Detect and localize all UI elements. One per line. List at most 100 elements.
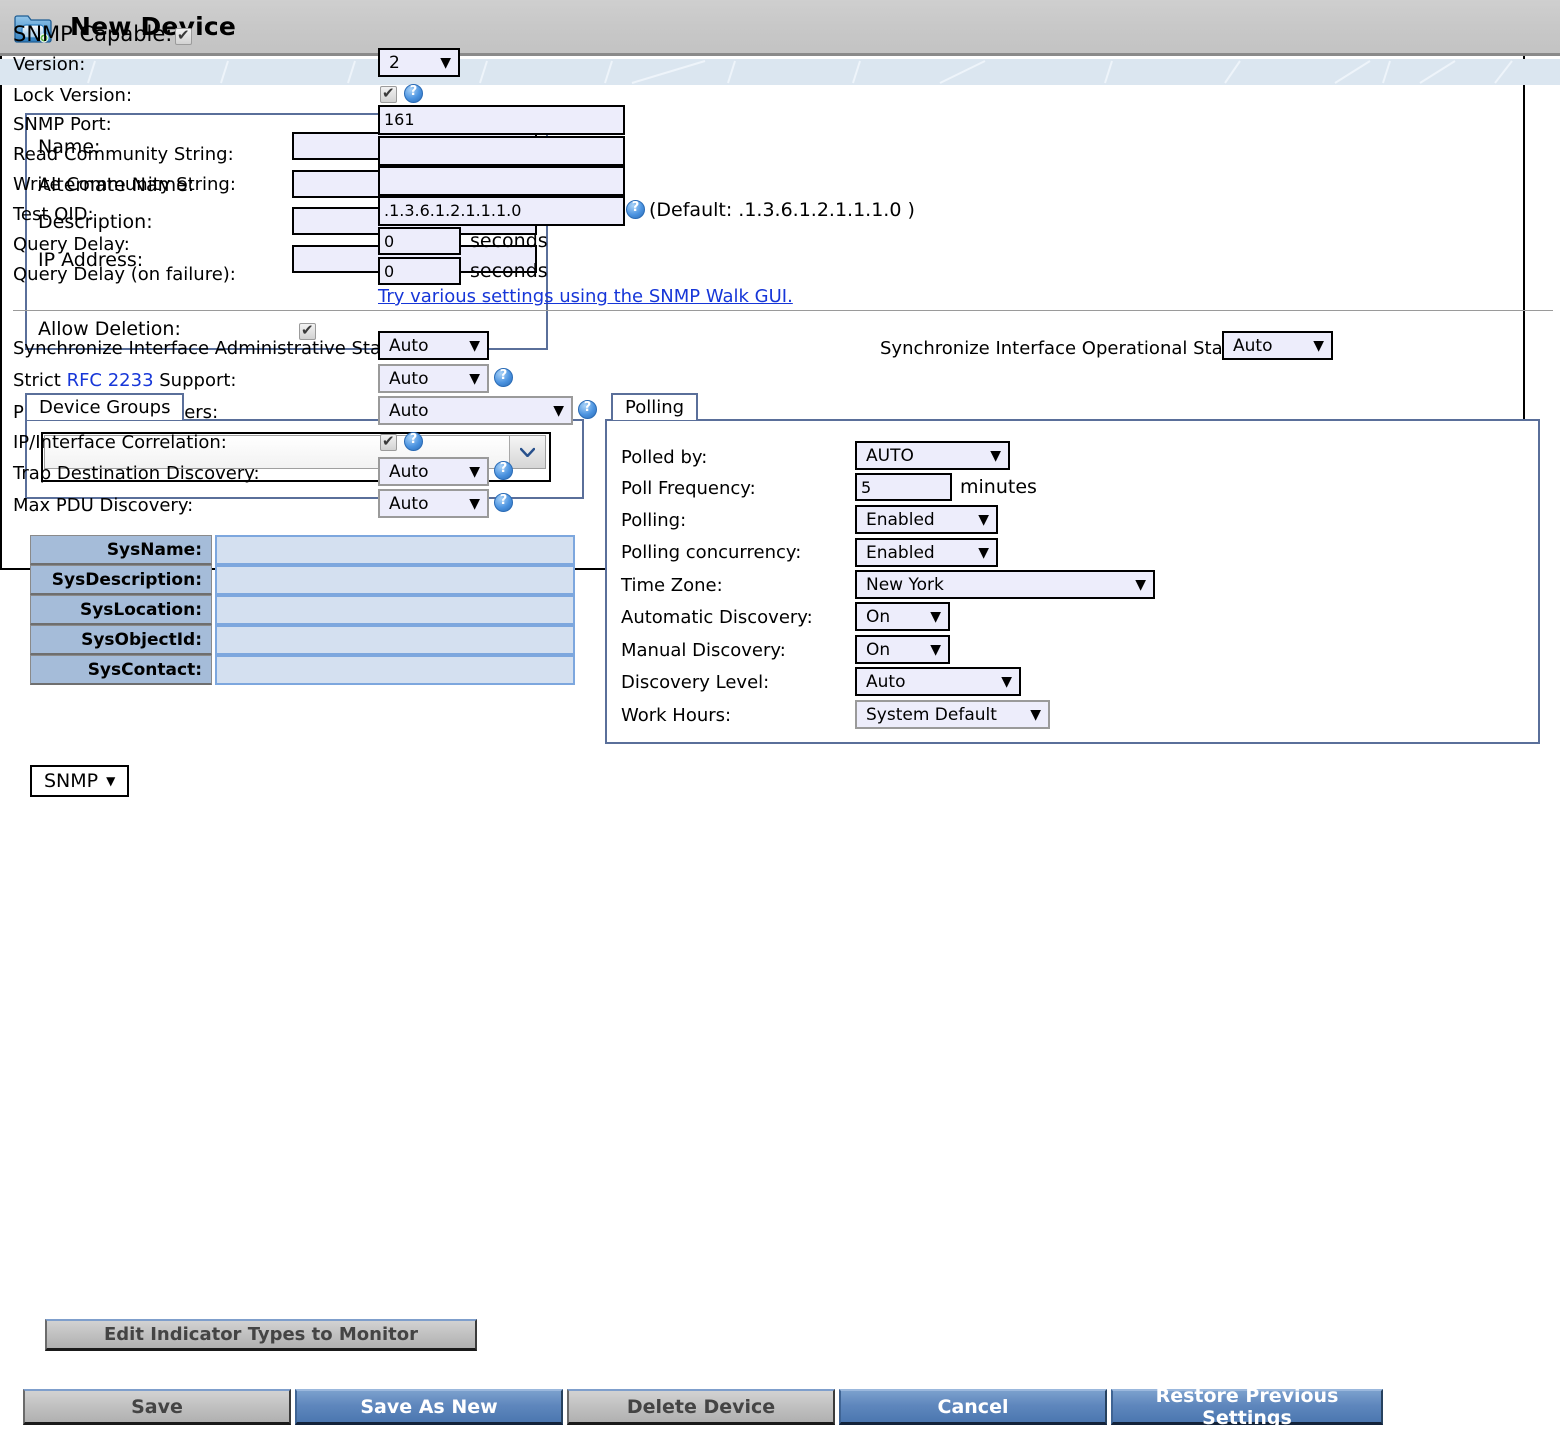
chevron-down-icon: ▼ xyxy=(930,608,941,625)
delete-device-button-label: Delete Device xyxy=(626,1395,776,1418)
work-hours-value: System Default xyxy=(866,704,997,725)
version-select[interactable]: 2 ▼ xyxy=(378,48,460,77)
prefer-64bit-select[interactable]: Auto ▼ xyxy=(378,396,573,425)
query-delay-input[interactable]: 0 xyxy=(378,227,461,255)
help-icon[interactable] xyxy=(578,400,597,419)
sysdescription-label: SysDescription: xyxy=(30,565,212,595)
lock-version-checkbox[interactable] xyxy=(380,84,397,103)
chevron-down-icon[interactable] xyxy=(509,436,545,468)
edit-indicator-types-button[interactable]: Edit Indicator Types to Monitor xyxy=(45,1319,477,1351)
sync-oper-status-select[interactable]: Auto ▼ xyxy=(1222,331,1333,360)
syscontact-label: SysContact: xyxy=(30,655,212,685)
save-button-label: Save xyxy=(131,1395,183,1418)
trap-destination-discovery-select[interactable]: Auto ▼ xyxy=(378,457,489,486)
help-icon[interactable] xyxy=(404,84,423,103)
prefer-64bit-value: Auto xyxy=(389,400,429,421)
chevron-down-icon: ▼ xyxy=(1313,337,1324,354)
snmp-port-input[interactable]: 161 xyxy=(378,105,625,135)
help-icon[interactable] xyxy=(494,368,513,387)
chevron-down-icon[interactable]: ▼ xyxy=(106,774,115,788)
polled-by-select[interactable]: AUTO ▼ xyxy=(855,441,1010,470)
cancel-button[interactable]: Cancel xyxy=(839,1389,1107,1425)
sync-oper-status-label: Synchronize Interface Operational Status… xyxy=(880,338,1257,359)
window-titlebar: New Device xyxy=(0,0,1560,56)
query-delay-fail-input[interactable]: 0 xyxy=(378,257,461,285)
lock-version-label: Lock Version: xyxy=(13,85,133,106)
poll-frequency-label: Poll Frequency: xyxy=(621,478,756,499)
help-icon[interactable] xyxy=(626,200,645,219)
help-icon[interactable] xyxy=(404,432,423,451)
chevron-down-icon: ▼ xyxy=(469,463,480,480)
time-zone-label: Time Zone: xyxy=(621,575,723,596)
discovery-level-select[interactable]: Auto ▼ xyxy=(855,667,1021,696)
version-value: 2 xyxy=(389,52,400,73)
polled-by-label: Polled by: xyxy=(621,447,708,468)
max-pdu-discovery-label: Max PDU Discovery: xyxy=(13,495,194,516)
chevron-down-icon: ▼ xyxy=(990,447,1001,464)
table-row: SysName: xyxy=(30,535,575,565)
query-delay-unit: seconds xyxy=(470,230,548,252)
sync-admin-status-select[interactable]: Auto ▼ xyxy=(378,331,489,360)
ip-interface-correlation-checkbox[interactable] xyxy=(380,432,397,451)
system-info-table: SysName: SysDescription: SysLocation: Sy… xyxy=(30,535,575,685)
manual-discovery-select[interactable]: On ▼ xyxy=(855,635,950,664)
automatic-discovery-label: Automatic Discovery: xyxy=(621,607,813,628)
time-zone-select[interactable]: New York ▼ xyxy=(855,570,1155,599)
table-row: SysLocation: xyxy=(30,595,575,625)
query-delay-label: Query Delay: xyxy=(13,234,130,255)
poll-frequency-input[interactable]: 5 xyxy=(855,473,952,501)
query-delay-fail-label: Query Delay (on failure): xyxy=(13,264,236,285)
chevron-down-icon: ▼ xyxy=(440,54,451,71)
delete-device-button[interactable]: Delete Device xyxy=(567,1389,835,1425)
table-row: SysContact: xyxy=(30,655,575,685)
manual-discovery-label: Manual Discovery: xyxy=(621,640,786,661)
snmp-walk-gui-link[interactable]: Try various settings using the SNMP Walk… xyxy=(378,286,793,307)
snmp-capable-label: SNMP Capable: xyxy=(13,22,173,46)
help-icon[interactable] xyxy=(494,461,513,480)
footer-button-bar: Save Save As New Delete Device Cancel Re… xyxy=(0,1385,1560,1429)
manual-discovery-value: On xyxy=(866,639,891,660)
read-community-label: Read Community String: xyxy=(13,144,234,165)
chevron-down-icon: ▼ xyxy=(978,511,989,528)
section-divider xyxy=(13,310,1553,311)
trap-destination-discovery-value: Auto xyxy=(389,461,429,482)
save-as-new-button[interactable]: Save As New xyxy=(295,1389,563,1425)
polling-concurrency-select[interactable]: Enabled ▼ xyxy=(855,538,998,567)
chevron-down-icon: ▼ xyxy=(469,337,480,354)
test-oid-input[interactable]: .1.3.6.1.2.1.1.1.0 xyxy=(378,196,625,226)
sync-oper-status-value: Auto xyxy=(1233,335,1273,356)
rfc-2233-link[interactable]: RFC 2233 xyxy=(67,370,154,391)
device-groups-legend-label: Device Groups xyxy=(39,397,171,418)
polled-by-value: AUTO xyxy=(866,445,914,466)
automatic-discovery-select[interactable]: On ▼ xyxy=(855,602,950,631)
device-groups-legend: Device Groups xyxy=(25,393,185,420)
write-community-label: Write Community String: xyxy=(13,174,236,195)
cancel-button-label: Cancel xyxy=(937,1395,1009,1418)
chevron-down-icon: ▼ xyxy=(469,495,480,512)
polling-select[interactable]: Enabled ▼ xyxy=(855,505,998,534)
sysname-value xyxy=(215,535,575,565)
polling-label: Polling: xyxy=(621,510,687,531)
edit-indicator-types-label: Edit Indicator Types to Monitor xyxy=(103,1324,418,1345)
chevron-down-icon: ▼ xyxy=(930,641,941,658)
work-hours-select[interactable]: System Default ▼ xyxy=(855,700,1050,729)
restore-previous-settings-button[interactable]: Restore Previous Settings xyxy=(1111,1385,1383,1429)
tab-snmp[interactable]: SNMP ▼ xyxy=(30,765,130,797)
max-pdu-discovery-select[interactable]: Auto ▼ xyxy=(378,489,489,518)
chevron-down-icon: ▼ xyxy=(1001,673,1012,690)
chevron-down-icon: ▼ xyxy=(978,544,989,561)
read-community-input[interactable] xyxy=(378,136,625,166)
polling-legend: Polling xyxy=(611,393,699,420)
trap-destination-discovery-label: Trap Destination Discovery: xyxy=(13,463,260,484)
polling-value: Enabled xyxy=(866,509,935,530)
strict-rfc-select[interactable]: Auto ▼ xyxy=(378,364,489,393)
sysdescription-value xyxy=(215,565,575,595)
syslocation-label: SysLocation: xyxy=(30,595,212,625)
snmp-port-label: SNMP Port: xyxy=(13,114,112,135)
discovery-level-value: Auto xyxy=(866,671,906,692)
save-button[interactable]: Save xyxy=(23,1389,291,1425)
help-icon[interactable] xyxy=(494,493,513,512)
snmp-capable-checkbox[interactable] xyxy=(175,26,192,45)
write-community-input[interactable] xyxy=(378,166,625,196)
discovery-level-label: Discovery Level: xyxy=(621,672,770,693)
